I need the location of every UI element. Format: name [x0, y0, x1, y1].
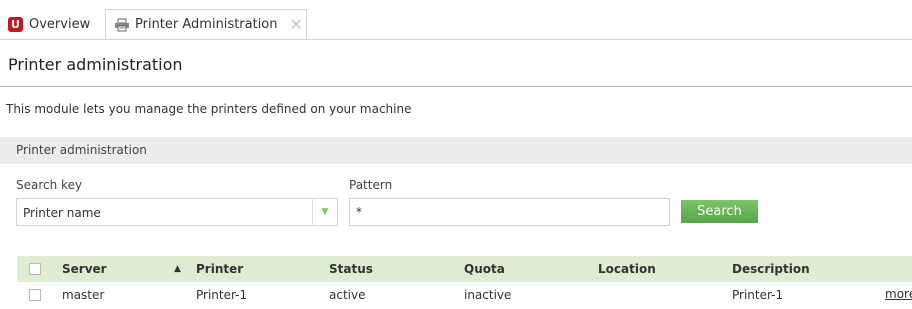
table-row[interactable]: master Printer-1 active inactive Printer… [17, 282, 912, 309]
pattern-label: Pattern [349, 178, 393, 192]
search-key-select[interactable]: Printer name ▼ [16, 198, 338, 226]
select-all-checkbox[interactable] [29, 263, 41, 275]
page-title: Printer administration [8, 55, 183, 74]
cell-status: active [329, 288, 366, 302]
printer-icon [115, 18, 129, 31]
sort-ascending-icon[interactable]: ▲ [174, 264, 181, 274]
cell-quota: inactive [464, 288, 512, 302]
search-key-label: Search key [16, 178, 83, 192]
row-checkbox[interactable] [29, 289, 41, 301]
column-header-location[interactable]: Location [598, 262, 656, 276]
column-header-status[interactable]: Status [329, 262, 373, 276]
cell-server: master [62, 288, 105, 302]
more-actions-link[interactable]: more [885, 287, 912, 301]
column-header-server[interactable]: Server [62, 262, 107, 276]
tab-overview-label: Overview [29, 16, 91, 32]
univention-logo-icon: U [8, 16, 23, 32]
tab-bar: U Overview Printer Administration ✕ [0, 0, 912, 40]
search-button[interactable]: Search [681, 200, 758, 223]
title-divider [0, 86, 912, 87]
column-header-quota[interactable]: Quota [464, 262, 505, 276]
search-key-value: Printer name [23, 206, 101, 220]
chevron-down-icon[interactable]: ▼ [312, 199, 337, 225]
tab-divider [0, 39, 912, 40]
cell-description: Printer-1 [732, 288, 784, 302]
tab-printer-administration-label: Printer Administration [135, 17, 278, 32]
close-icon[interactable]: ✕ [290, 15, 303, 34]
column-header-description[interactable]: Description [732, 262, 810, 276]
pattern-input[interactable] [349, 198, 670, 226]
panel-header: Printer administration [0, 137, 912, 164]
tab-overview[interactable]: U Overview [8, 9, 90, 39]
cell-printer: Printer-1 [196, 288, 248, 302]
panel-title: Printer administration [16, 143, 147, 157]
tab-printer-administration[interactable]: Printer Administration ✕ [105, 9, 307, 39]
column-header-printer[interactable]: Printer [196, 262, 243, 276]
grid-header: Server ▲ Printer Status Quota Location D… [17, 256, 912, 282]
module-description: This module lets you manage the printers… [6, 102, 412, 116]
